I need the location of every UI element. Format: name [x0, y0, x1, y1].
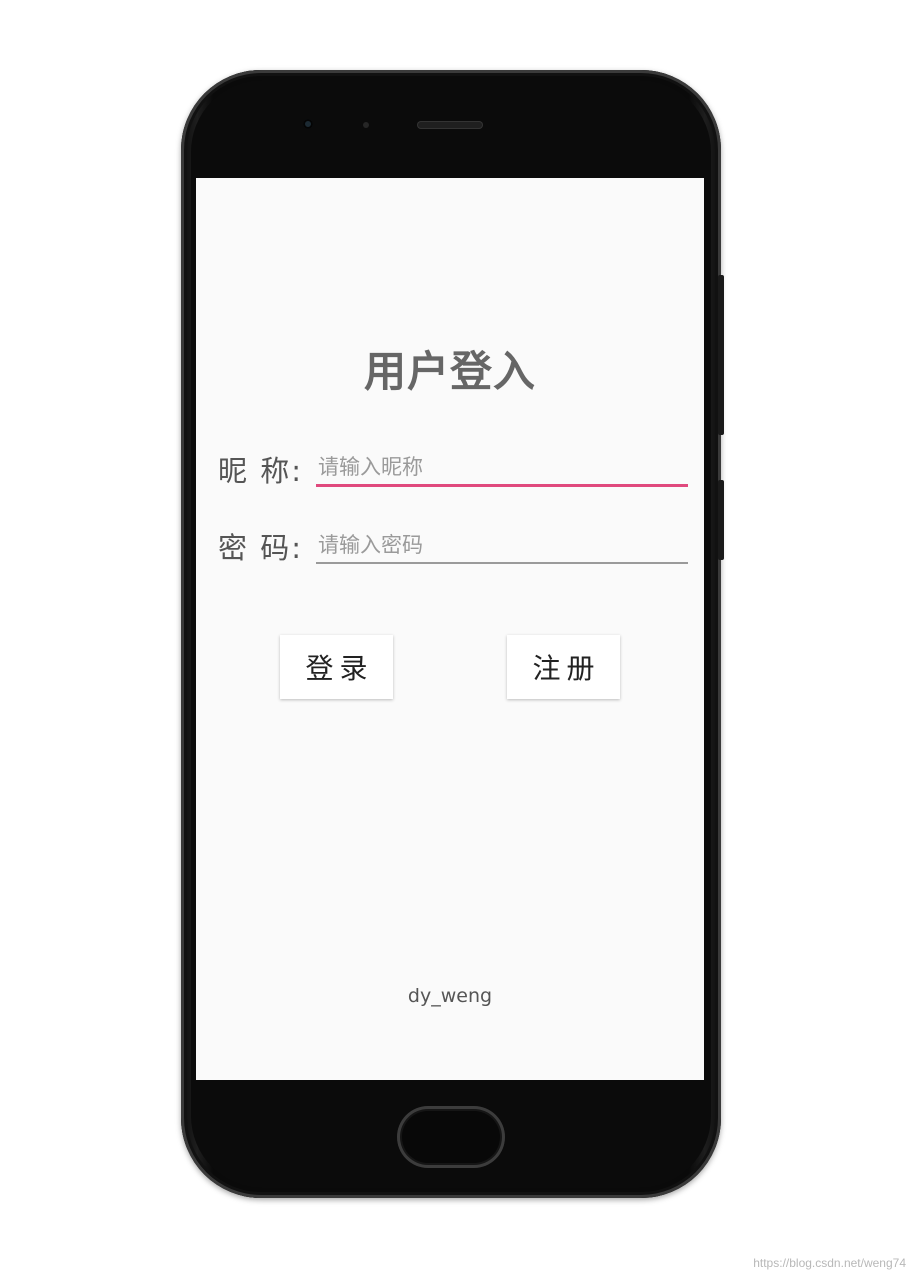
- volume-button: [718, 480, 724, 560]
- page: 用户登入 昵 称: 密 码: 登录 注册 dy_weng https://blo…: [0, 0, 914, 1280]
- home-button-icon: [397, 1106, 505, 1168]
- page-title: 用户登入: [363, 347, 536, 396]
- app-screen: 用户登入 昵 称: 密 码: 登录 注册 dy_weng: [196, 178, 704, 1080]
- nickname-label: 昵 称:: [218, 454, 303, 488]
- register-button[interactable]: 注册: [507, 635, 620, 699]
- proximity-sensor-icon: [363, 122, 369, 128]
- power-button: [718, 275, 724, 435]
- login-button[interactable]: 登录: [280, 635, 393, 699]
- password-label: 密 码:: [218, 531, 303, 565]
- nickname-input[interactable]: [316, 450, 688, 487]
- front-camera-icon: [303, 119, 313, 129]
- footer-author: dy_weng: [407, 985, 493, 1007]
- earpiece-speaker-icon: [417, 121, 483, 129]
- password-input[interactable]: [316, 528, 688, 564]
- watermark: https://blog.csdn.net/weng74: [753, 1256, 906, 1270]
